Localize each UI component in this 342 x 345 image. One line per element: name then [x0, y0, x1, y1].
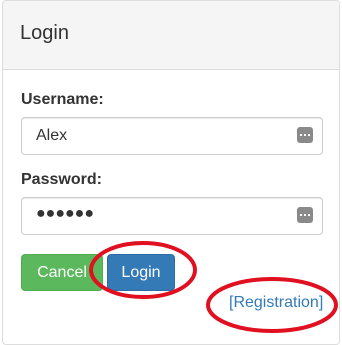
- cancel-button[interactable]: Cancel: [21, 254, 103, 291]
- username-label: Username:: [21, 91, 104, 108]
- username-field[interactable]: Alex: [21, 117, 323, 155]
- login-button[interactable]: Login: [107, 254, 175, 291]
- password-value: ●●●●●●: [36, 205, 94, 222]
- password-label: Password:: [21, 171, 102, 188]
- password-manager-icon[interactable]: [297, 207, 313, 223]
- panel-title: Login: [20, 22, 69, 44]
- username-value: Alex: [36, 127, 68, 144]
- login-panel: Login Username: Alex Password: ●●●●●● Ca…: [2, 0, 340, 345]
- password-manager-icon[interactable]: [297, 127, 313, 143]
- password-field[interactable]: ●●●●●●: [21, 197, 323, 235]
- registration-link[interactable]: [Registration]: [229, 294, 323, 312]
- panel-header: Login: [3, 1, 339, 70]
